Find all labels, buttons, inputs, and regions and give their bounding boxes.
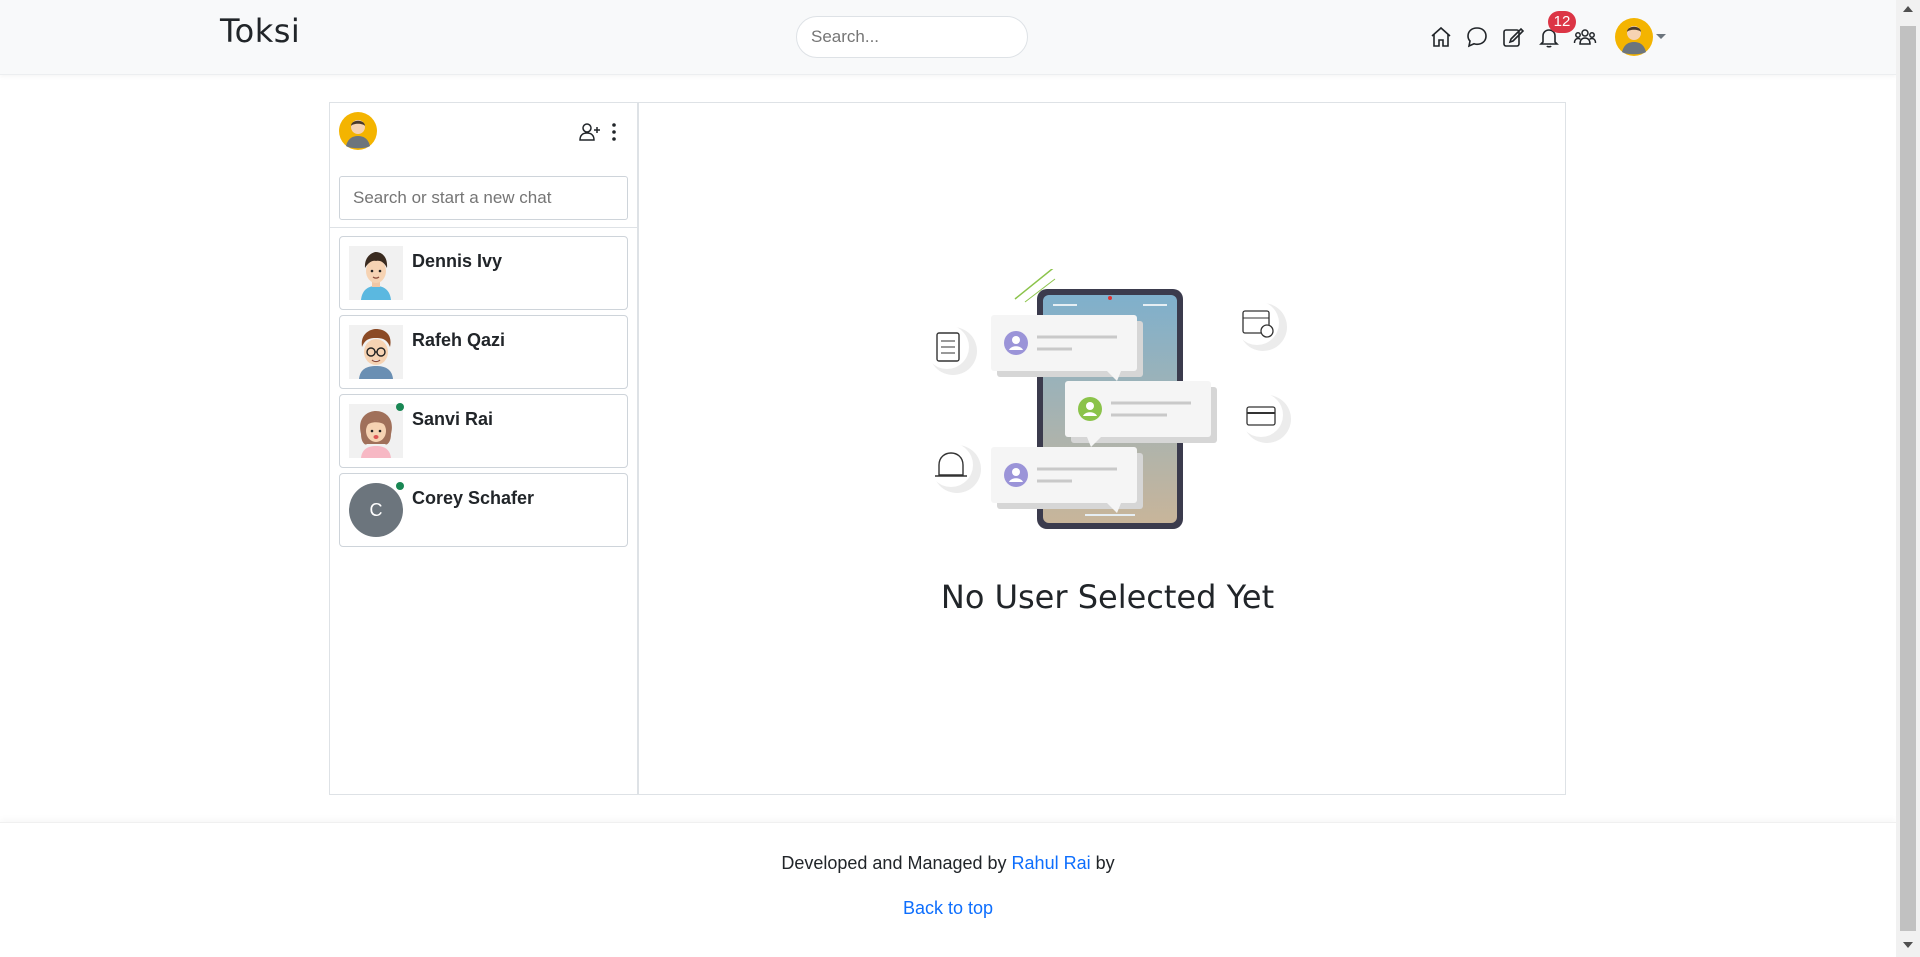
chat-container: Dennis Ivy Rafeh Qazi [329, 102, 1566, 795]
home-icon[interactable] [1428, 22, 1454, 52]
chevron-down-icon[interactable] [1656, 34, 1666, 39]
edit-icon[interactable] [1500, 22, 1526, 52]
my-avatar[interactable] [339, 112, 377, 150]
bell-icon[interactable]: 12 [1536, 11, 1576, 52]
contact-avatar-letter: C [349, 483, 403, 537]
contact-name: Dennis Ivy [412, 251, 503, 271]
contact-name: Corey Schafer [412, 488, 535, 508]
contact-item[interactable]: Sanvi Rai [339, 394, 628, 468]
scroll-down-arrow-icon[interactable] [1903, 942, 1913, 948]
scroll-thumb[interactable] [1900, 26, 1916, 931]
contact-avatar [349, 246, 403, 300]
page-scrollbar[interactable] [1896, 0, 1920, 957]
brand-logo[interactable]: Toksi [220, 12, 300, 50]
chat-icon[interactable] [1464, 22, 1490, 52]
back-to-top-link[interactable]: Back to top [903, 898, 993, 918]
footer-prefix: Developed and Managed by [781, 853, 1007, 873]
people-icon[interactable] [1572, 22, 1598, 52]
nav-icons: 12 [1428, 11, 1598, 52]
contact-avatar [349, 325, 403, 379]
chat-search-input[interactable] [339, 176, 628, 220]
footer: Developed and Managed by Rahul Rai by Ba… [0, 822, 1896, 957]
online-indicator [396, 403, 404, 411]
divider [330, 227, 637, 228]
chat-main-area: No User Selected Yet [639, 103, 1565, 794]
navbar: Toksi 12 [0, 0, 1896, 75]
empty-state-message: No User Selected Yet [940, 578, 1275, 616]
contact-name: Sanvi Rai [412, 409, 494, 429]
footer-suffix: by [1095, 853, 1115, 873]
footer-credit: Developed and Managed by Rahul Rai by [0, 853, 1896, 874]
contact-avatar [349, 404, 403, 458]
contact-list: Dennis Ivy Rafeh Qazi Sanvi Rai C Corey … [339, 236, 628, 552]
user-avatar[interactable] [1615, 18, 1653, 56]
scroll-up-arrow-icon[interactable] [1903, 6, 1913, 12]
back-to-top: Back to top [0, 898, 1896, 919]
contact-item[interactable]: C Corey Schafer [339, 473, 628, 547]
author-link[interactable]: Rahul Rai [1012, 853, 1091, 873]
more-options-icon[interactable] [602, 120, 626, 144]
contact-name: Rafeh Qazi [412, 330, 506, 350]
add-contact-icon[interactable] [578, 120, 602, 144]
empty-chat-illustration [927, 269, 1291, 529]
online-indicator [396, 482, 404, 490]
global-search-input[interactable] [796, 16, 1028, 58]
chat-sidebar: Dennis Ivy Rafeh Qazi [330, 103, 639, 794]
contact-item[interactable]: Rafeh Qazi [339, 315, 628, 389]
contact-item[interactable]: Dennis Ivy [339, 236, 628, 310]
